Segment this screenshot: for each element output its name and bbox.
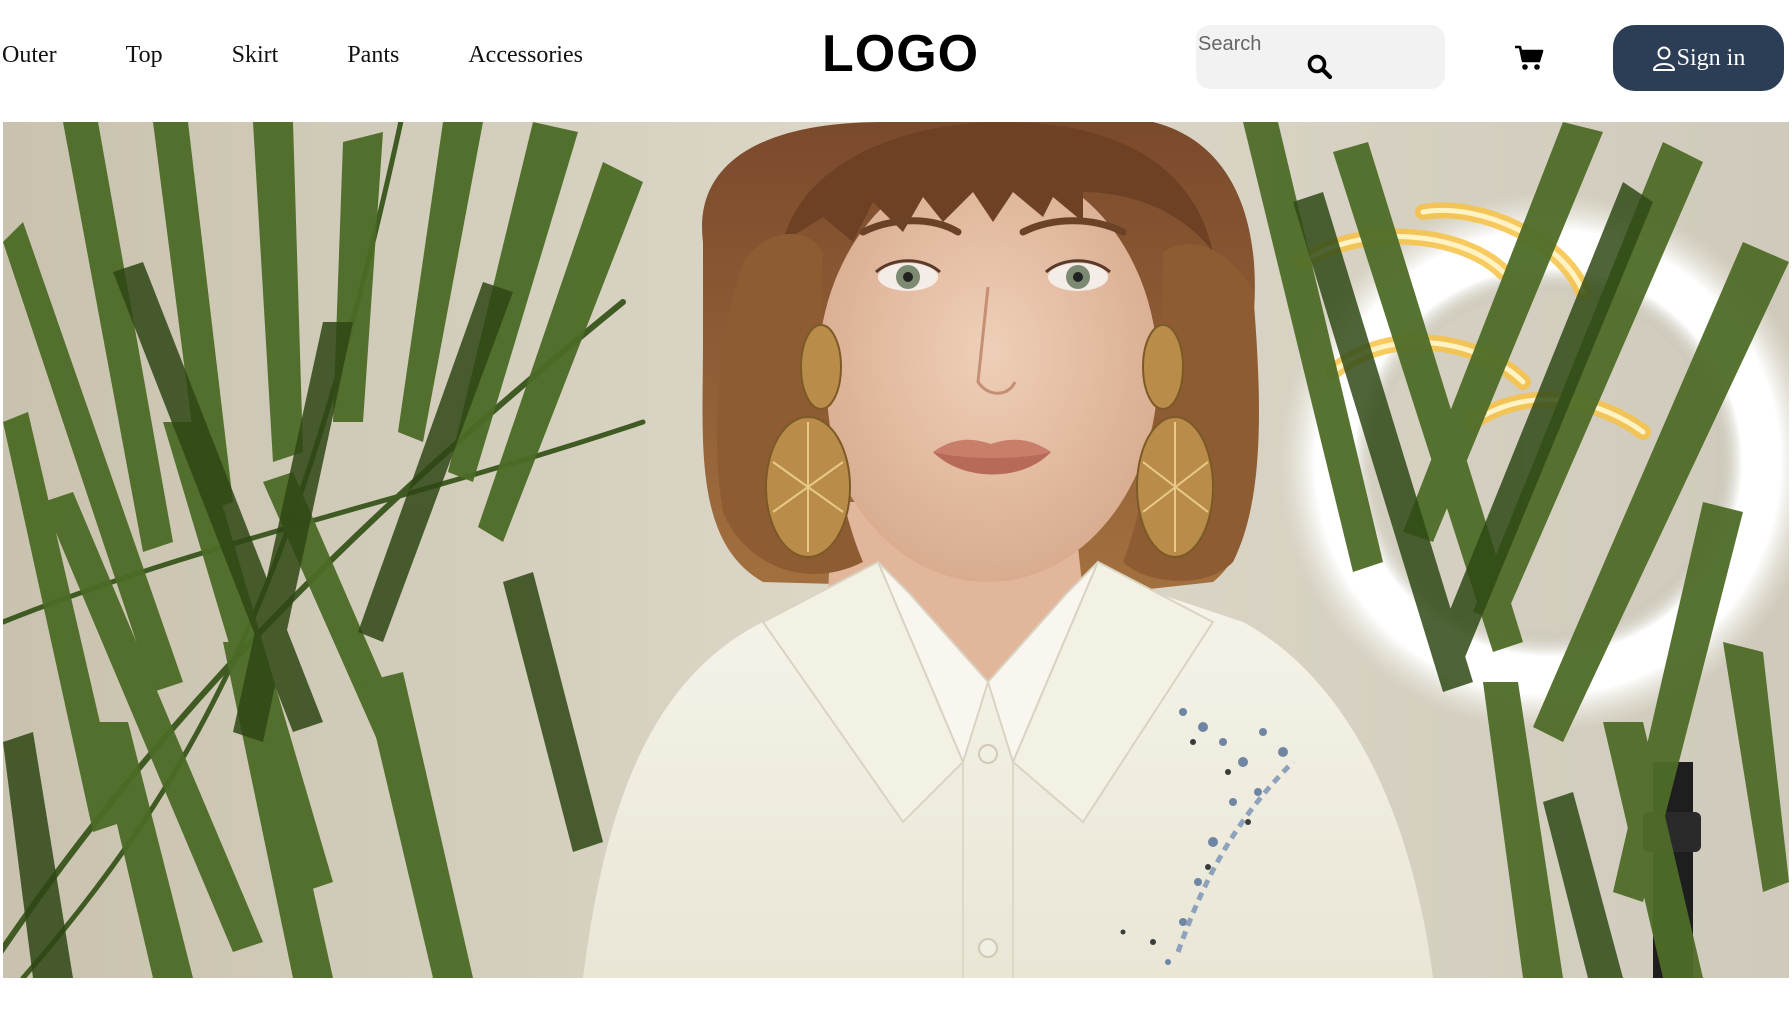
main-nav: Outer Top Skirt Pants Accessories (2, 42, 583, 69)
sign-in-label: Sign in (1676, 44, 1746, 71)
site-header: Outer Top Skirt Pants Accessories LOGO S… (0, 0, 1792, 122)
nav-item-accessories[interactable]: Accessories (468, 42, 583, 69)
hero-image (3, 122, 1789, 978)
hero-banner (3, 122, 1789, 978)
search-icon[interactable] (1306, 53, 1334, 81)
cart-icon[interactable] (1514, 44, 1544, 72)
sign-in-button[interactable]: Sign in (1613, 25, 1784, 91)
nav-item-pants[interactable]: Pants (347, 42, 399, 69)
site-logo[interactable]: LOGO (822, 24, 979, 84)
nav-item-outer[interactable]: Outer (2, 42, 57, 69)
user-icon (1652, 46, 1675, 71)
search-box (1196, 25, 1445, 89)
nav-item-top[interactable]: Top (126, 42, 163, 69)
nav-item-skirt[interactable]: Skirt (232, 42, 279, 69)
